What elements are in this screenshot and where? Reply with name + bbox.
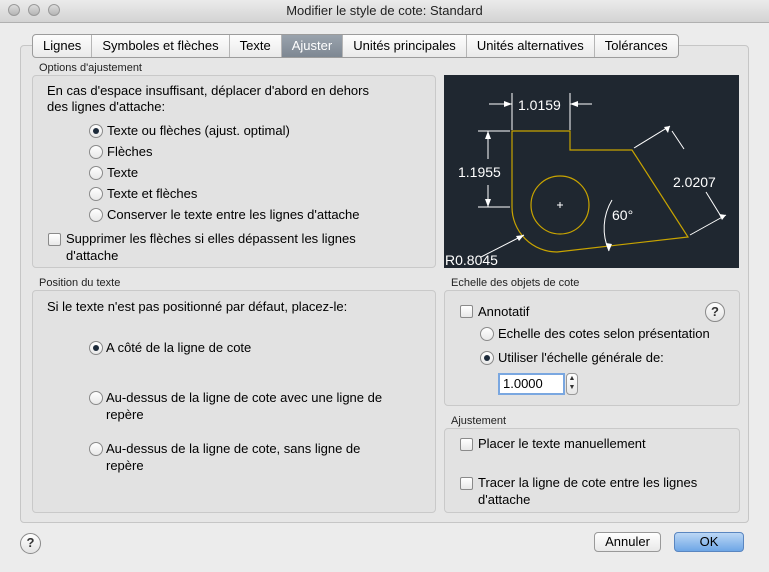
- radio-a-cote-ligne[interactable]: [89, 341, 103, 355]
- radio-au-dessus-sans-repere-label2: repère: [106, 458, 144, 473]
- draw-dim-line-label2: d'attache: [478, 492, 531, 507]
- radio-scale-layout-label: Echelle des cotes selon présentation: [498, 326, 710, 341]
- preview-shape: [511, 130, 690, 253]
- radio-texte-ou-fleches[interactable]: [89, 124, 103, 138]
- preview-dim-top: 1.0159: [518, 97, 561, 113]
- fit-options-intro-line1: En cas d'espace insuffisant, déplacer d'…: [47, 83, 369, 98]
- ok-button[interactable]: OK: [674, 532, 744, 552]
- radio-overall-scale[interactable]: [480, 351, 494, 365]
- radio-texte-et-fleches[interactable]: [89, 187, 103, 201]
- dimension-preview: 1.0159 1.1955 2.0207 60° R0.8045: [444, 75, 739, 268]
- overall-scale-stepper[interactable]: ▲ ▼: [566, 373, 578, 395]
- preview-dim-left: 1.1955: [458, 164, 501, 180]
- fine-tuning-title: Ajustement: [451, 415, 507, 427]
- radio-texte-label: Texte: [107, 165, 139, 180]
- radio-au-dessus-avec-repere[interactable]: [89, 391, 103, 405]
- radio-au-dessus-avec-repere-label1: Au-dessus de la ligne de cote avec une l…: [106, 390, 383, 405]
- annotative-checkbox[interactable]: [460, 305, 473, 318]
- radio-texte-et-fleches-label: Texte et flèches: [107, 186, 198, 201]
- tab-unites-alternatives[interactable]: Unités alternatives: [467, 35, 595, 57]
- radio-au-dessus-sans-repere-label1: Au-dessus de la ligne de cote, sans lign…: [106, 441, 361, 456]
- tab-symboles-fleches[interactable]: Symboles et flèches: [92, 35, 230, 57]
- cancel-button[interactable]: Annuler: [594, 532, 661, 552]
- radio-fleches[interactable]: [89, 145, 103, 159]
- overall-scale-input[interactable]: 1.0000: [498, 373, 565, 395]
- radio-conserver-texte-label: Conserver le texte entre les lignes d'at…: [107, 207, 360, 222]
- preview-angle: 60°: [612, 207, 633, 223]
- manual-text-checkbox[interactable]: [460, 438, 473, 451]
- radio-au-dessus-avec-repere-label2: repère: [106, 407, 144, 422]
- radio-texte-ou-fleches-label: Texte ou flèches (ajust. optimal): [107, 123, 290, 138]
- radio-a-cote-ligne-label: A côté de la ligne de cote: [106, 340, 252, 355]
- tab-bar: Lignes Symboles et flèches Texte Ajuster…: [32, 34, 679, 58]
- tab-texte[interactable]: Texte: [230, 35, 282, 57]
- preview-dim-right: 2.0207: [673, 174, 716, 190]
- scale-title: Echelle des objets de cote: [451, 277, 580, 289]
- window-title: Modifier le style de cote: Standard: [286, 3, 483, 18]
- tab-unites-principales[interactable]: Unités principales: [343, 35, 467, 57]
- scale-help-icon[interactable]: ?: [705, 302, 725, 322]
- preview-drawing: 1.0159 1.1955 2.0207 60° R0.8045: [445, 93, 727, 268]
- help-icon[interactable]: ?: [20, 533, 41, 554]
- text-position-title: Position du texte: [39, 277, 121, 289]
- suppress-arrows-label-line1: Supprimer les flèches si elles dépassent…: [66, 231, 356, 246]
- text-position-intro: Si le texte n'est pas positionné par déf…: [47, 299, 348, 314]
- draw-dim-line-checkbox[interactable]: [460, 477, 473, 490]
- radio-au-dessus-sans-repere[interactable]: [89, 442, 103, 456]
- radio-overall-scale-label: Utiliser l'échelle générale de:: [498, 350, 664, 365]
- tab-tolerances[interactable]: Tolérances: [595, 35, 678, 57]
- fit-options-intro-line2: des lignes d'attache:: [47, 99, 166, 114]
- annotative-label: Annotatif: [478, 304, 530, 319]
- preview-radius: R0.8045: [445, 252, 498, 268]
- radio-conserver-texte[interactable]: [89, 208, 103, 222]
- draw-dim-line-label1: Tracer la ligne de cote entre les lignes: [478, 475, 698, 490]
- manual-text-label: Placer le texte manuellement: [478, 436, 646, 451]
- radio-fleches-label: Flèches: [107, 144, 153, 159]
- suppress-arrows-checkbox[interactable]: [48, 233, 61, 246]
- tab-lignes[interactable]: Lignes: [33, 35, 93, 57]
- radio-scale-layout[interactable]: [480, 327, 494, 341]
- suppress-arrows-label-line2: d'attache: [66, 248, 119, 263]
- fit-options-title: Options d'ajustement: [39, 62, 142, 74]
- radio-texte[interactable]: [89, 166, 103, 180]
- tab-ajuster[interactable]: Ajuster: [281, 35, 344, 57]
